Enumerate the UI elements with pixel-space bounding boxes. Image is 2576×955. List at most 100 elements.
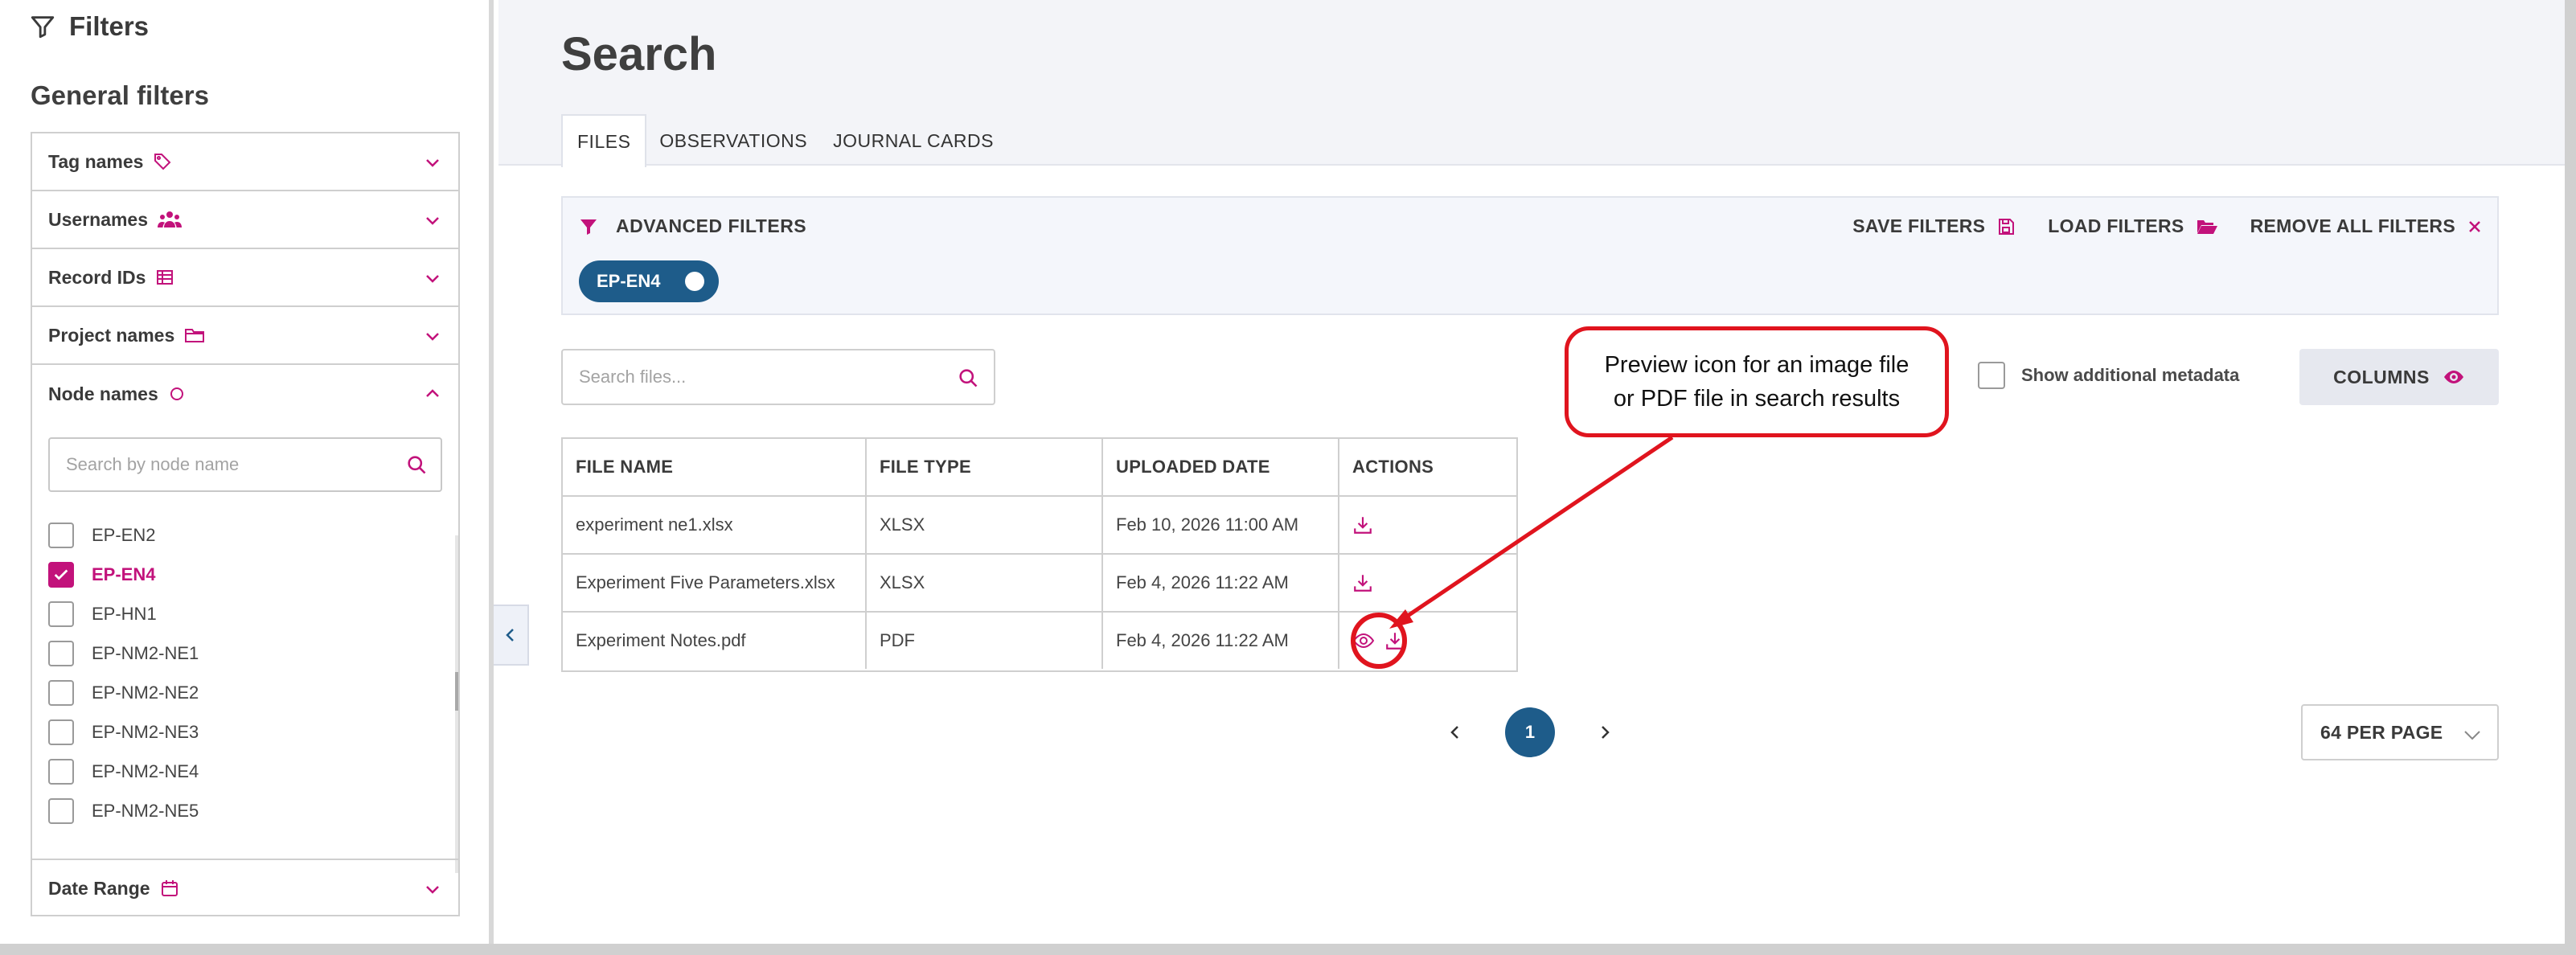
columns-button[interactable]: COLUMNS: [2299, 349, 2499, 405]
filter-actions: SAVE FILTERS LOAD FILTERS REMOVE ALL FIL…: [1852, 215, 2483, 237]
load-filters-button[interactable]: LOAD FILTERS: [2048, 215, 2217, 237]
annotation-line-2: or PDF file in search results: [1613, 386, 1901, 412]
checkbox[interactable]: [48, 719, 74, 745]
node-item-ep-nm2-ne4[interactable]: EP-NM2-NE4: [48, 756, 199, 788]
node-label: EP-EN4: [92, 564, 156, 584]
folder-open-icon: [2197, 219, 2217, 234]
node-item-ep-nm2-ne1[interactable]: EP-NM2-NE1: [48, 637, 199, 670]
column-header-uploaded-date[interactable]: UPLOADED DATE: [1103, 439, 1270, 495]
checkbox-checked[interactable]: [48, 562, 74, 588]
chevron-down-icon: [2462, 727, 2483, 743]
next-page-button[interactable]: [1595, 719, 1614, 746]
chevron-down-icon: [423, 153, 442, 172]
advanced-filters-toggle[interactable]: ADVANCED FILTERS: [579, 215, 806, 237]
collapse-sidebar-button[interactable]: [494, 605, 529, 666]
checkbox[interactable]: [48, 601, 74, 627]
column-header-file-type[interactable]: FILE TYPE: [867, 439, 971, 495]
filter-label: Record IDs: [48, 266, 146, 288]
node-search-input[interactable]: [50, 439, 388, 490]
show-metadata-toggle[interactable]: Show additional metadata: [1978, 362, 2239, 389]
filter-record-ids[interactable]: Record IDs: [32, 249, 458, 307]
table-icon: [155, 268, 174, 287]
column-header-file-name[interactable]: FILE NAME: [563, 439, 673, 495]
filter-tag-names[interactable]: Tag names: [32, 133, 458, 191]
search-icon[interactable]: [957, 367, 979, 389]
checkbox[interactable]: [48, 798, 74, 824]
filters-title: Filters: [69, 11, 150, 41]
remove-all-filters-button[interactable]: REMOVE ALL FILTERS: [2250, 215, 2483, 237]
window-right-edge: [2565, 0, 2576, 955]
previous-page-button[interactable]: [1446, 719, 1465, 746]
page-title: Search: [561, 28, 717, 80]
circle-icon: [168, 385, 186, 403]
remove-all-filters-label: REMOVE ALL FILTERS: [2250, 215, 2455, 236]
table-row: Experiment Five Parameters.xlsx XLSX Feb…: [563, 555, 1516, 613]
calendar-icon: [160, 879, 179, 898]
chevron-down-icon: [423, 211, 442, 230]
chevron-right-icon: [1602, 726, 1610, 739]
filter-chip-ep-en4[interactable]: EP-EN4: [579, 260, 719, 302]
node-item-ep-en2[interactable]: EP-EN2: [48, 519, 155, 551]
folder-icon: [184, 326, 205, 345]
columns-label: COLUMNS: [2333, 366, 2430, 387]
node-item-ep-nm2-ne2[interactable]: EP-NM2-NE2: [48, 677, 199, 709]
download-icon[interactable]: [1352, 572, 1373, 593]
general-filters-heading: General filters: [31, 80, 209, 110]
checkbox[interactable]: [1978, 362, 2005, 389]
save-filters-button[interactable]: SAVE FILTERS: [1852, 215, 2016, 237]
filter-project-names[interactable]: Project names: [32, 307, 458, 365]
tag-icon: [153, 152, 172, 171]
chevron-down-icon: [423, 326, 442, 346]
filter-label: Date Range: [48, 877, 150, 899]
node-label: EP-NM2-NE4: [92, 761, 199, 781]
file-type: PDF: [880, 630, 915, 650]
file-search-field[interactable]: [561, 349, 995, 405]
load-filters-label: LOAD FILTERS: [2048, 215, 2184, 236]
uploaded-date: Feb 10, 2026 11:00 AM: [1116, 514, 1299, 535]
funnel-icon: [580, 219, 597, 235]
per-page-select[interactable]: 64 PER PAGE: [2301, 704, 2499, 760]
window-bottom-edge: [0, 944, 2576, 955]
checkbox[interactable]: [48, 680, 74, 706]
file-search-input[interactable]: [563, 350, 933, 404]
show-metadata-label: Show additional metadata: [2021, 365, 2240, 385]
annotation-line-1: Preview icon for an image file: [1604, 352, 1909, 378]
tab-journal-cards[interactable]: JOURNAL CARDS: [820, 114, 1007, 167]
node-list-scroll-thumb[interactable]: [455, 672, 458, 711]
file-type: XLSX: [880, 572, 925, 592]
download-icon[interactable]: [1352, 514, 1373, 535]
node-item-ep-en4[interactable]: EP-EN4: [48, 559, 155, 591]
chevron-down-icon: [423, 879, 442, 899]
node-search-field[interactable]: [48, 437, 442, 492]
annotation-callout: Preview icon for an image file or PDF fi…: [1565, 326, 1949, 437]
filter-node-names[interactable]: Node names: [32, 365, 458, 423]
per-page-value: 64 PER PAGE: [2320, 721, 2443, 743]
node-item-ep-nm2-ne3[interactable]: EP-NM2-NE3: [48, 716, 199, 748]
search-tabs: FILES OBSERVATIONS JOURNAL CARDS: [561, 114, 1007, 167]
node-label: EP-NM2-NE2: [92, 682, 199, 703]
filter-label: Usernames: [48, 208, 149, 230]
check-icon: [54, 569, 68, 580]
filter-label: Project names: [48, 324, 175, 346]
node-item-ep-nm2-ne5[interactable]: EP-NM2-NE5: [48, 795, 199, 827]
chevron-left-icon: [1450, 726, 1458, 739]
checkbox[interactable]: [48, 759, 74, 785]
filter-usernames[interactable]: Usernames: [32, 191, 458, 249]
toggle-knob[interactable]: [685, 272, 704, 291]
chip-label: EP-EN4: [597, 271, 661, 291]
filter-date-range[interactable]: Date Range: [32, 859, 458, 916]
node-label: EP-NM2-NE5: [92, 801, 199, 821]
tab-observations[interactable]: OBSERVATIONS: [646, 114, 820, 167]
checkbox[interactable]: [48, 523, 74, 548]
close-icon: [2469, 220, 2480, 232]
filters-sidebar: Filters General filters Tag names Userna…: [0, 0, 494, 955]
checkbox[interactable]: [48, 641, 74, 666]
actions-cell: [1339, 555, 1373, 611]
page-number-current[interactable]: 1: [1505, 707, 1555, 757]
node-item-ep-hn1[interactable]: EP-HN1: [48, 598, 157, 630]
filter-list: Tag names Usernames Record IDs Project n…: [31, 132, 460, 916]
search-icon[interactable]: [405, 453, 428, 476]
tab-files[interactable]: FILES: [561, 114, 647, 167]
node-label: EP-EN2: [92, 525, 156, 545]
node-label: EP-NM2-NE1: [92, 643, 199, 663]
